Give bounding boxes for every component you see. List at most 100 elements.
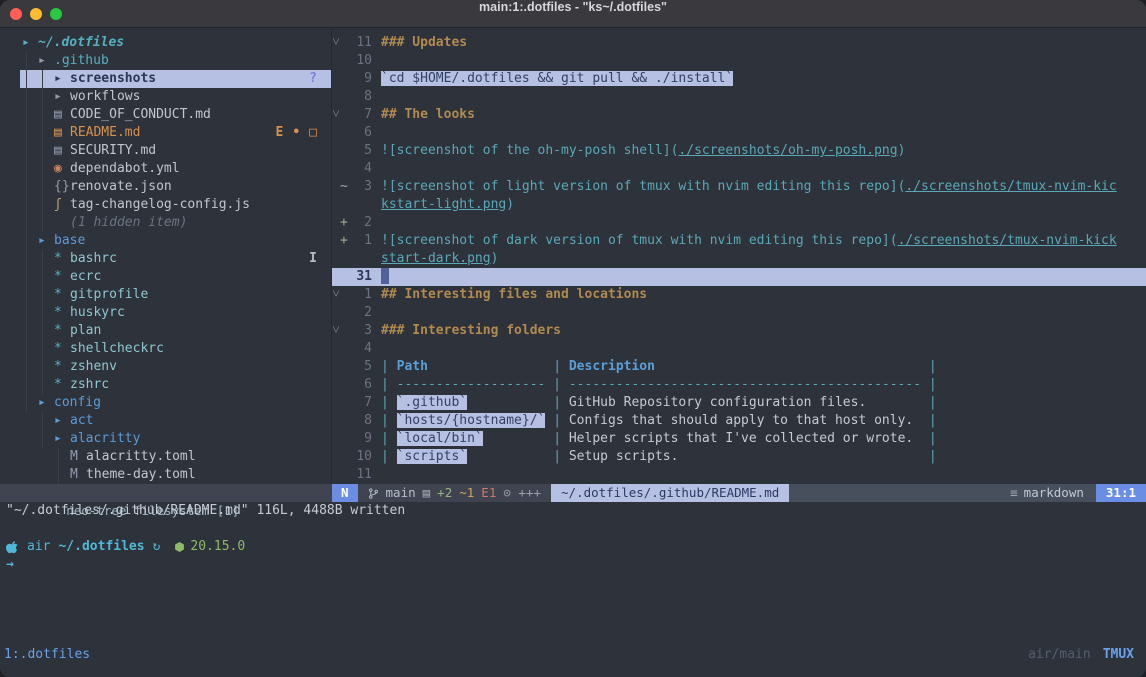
tree-item-readme-md[interactable]: ▤README.mdE•□ bbox=[20, 124, 331, 142]
editor-line[interactable]: 10 bbox=[332, 52, 1146, 70]
editor-line[interactable]: ˅ 11### Updates bbox=[332, 34, 1146, 52]
editor-line[interactable]: start-dark.png) bbox=[332, 250, 1146, 268]
fold-marker bbox=[332, 268, 340, 286]
git-sign: ~ bbox=[340, 178, 351, 196]
text-segment: ### Updates bbox=[381, 35, 467, 50]
fold-marker bbox=[332, 124, 340, 142]
tree-item-screenshots[interactable]: ▸screenshots? bbox=[20, 70, 331, 88]
neotree-statusline: neo-tree filesystem [1] bbox=[0, 484, 332, 502]
star-icon: * bbox=[54, 268, 70, 286]
editor-line[interactable]: ˅ 7## The looks bbox=[332, 106, 1146, 124]
tree-item-ecrc[interactable]: *ecrc bbox=[20, 268, 331, 286]
tree-item-huskyrc[interactable]: *huskyrc bbox=[20, 304, 331, 322]
editor-line[interactable]: ˅ 1## Interesting files and locations bbox=[332, 286, 1146, 304]
tree-item-tag-changelog-config-js[interactable]: ʃtag-changelog-config.js bbox=[20, 196, 331, 214]
tree-badge: ? bbox=[309, 70, 317, 88]
tree-item-alacritty[interactable]: ▸alacritty bbox=[20, 430, 331, 448]
git-sign bbox=[340, 412, 351, 430]
tree-item-alacritty-toml[interactable]: Malacritty.toml bbox=[20, 448, 331, 466]
git-added-count: +2 bbox=[437, 484, 452, 502]
editor-line[interactable]: ˅ 3### Interesting folders bbox=[332, 322, 1146, 340]
tree-item-base[interactable]: ▸base bbox=[20, 232, 331, 250]
tree-item-label: alacritty.toml bbox=[86, 448, 196, 466]
editor-line[interactable]: 7| `.github` | GitHub Repository configu… bbox=[332, 394, 1146, 412]
git-sign bbox=[340, 358, 351, 376]
git-sign bbox=[340, 250, 351, 268]
git-sign bbox=[340, 70, 351, 88]
tree-item-github[interactable]: ▸.github bbox=[20, 52, 331, 70]
editor-line[interactable]: 6 bbox=[332, 124, 1146, 142]
line-number: 7 bbox=[351, 394, 381, 412]
current-file-path: ~/.dotfiles/.github/README.md bbox=[551, 484, 789, 502]
tree-item-security-md[interactable]: ▤SECURITY.md bbox=[20, 142, 331, 160]
line-text: ## Interesting files and locations bbox=[381, 286, 1146, 304]
editor-line[interactable]: 8| `hosts/{hostname}/` | Configs that sh… bbox=[332, 412, 1146, 430]
text-segment: | bbox=[678, 449, 936, 464]
text-segment: kstart-light.png bbox=[381, 197, 506, 212]
editor-line[interactable]: +1![screenshot of dark version of tmux w… bbox=[332, 232, 1146, 250]
neotree-items: ▸~/.dotfiles▸.github▸screenshots?▸workfl… bbox=[0, 34, 331, 484]
fold-marker bbox=[332, 340, 340, 358]
text-segment: | bbox=[655, 359, 937, 374]
line-number: 2 bbox=[351, 214, 381, 232]
tree-item-act[interactable]: ▸act bbox=[20, 412, 331, 430]
markdown-icon: ≡ bbox=[1010, 484, 1018, 502]
editor-line[interactable]: 5| Path | Description | bbox=[332, 358, 1146, 376]
editor-line[interactable]: 5![screenshot of the oh-my-posh shell](.… bbox=[332, 142, 1146, 160]
tree-item-theme-day-toml[interactable]: Mtheme-day.toml bbox=[20, 466, 331, 484]
indent-guide bbox=[42, 250, 43, 394]
tree-item-code-of-conduct-md[interactable]: ▤CODE_OF_CONDUCT.md bbox=[20, 106, 331, 124]
editor-line[interactable]: kstart-light.png) bbox=[332, 196, 1146, 214]
editor-line[interactable]: 9| `local/bin` | Helper scripts that I'v… bbox=[332, 430, 1146, 448]
doc-icon: ▤ bbox=[54, 106, 70, 124]
text-segment: | bbox=[381, 395, 397, 410]
tree-item-plan[interactable]: *plan bbox=[20, 322, 331, 340]
fold-marker: ˅ bbox=[332, 34, 340, 52]
tree-item-gitprofile[interactable]: *gitprofile bbox=[20, 286, 331, 304]
line-number: 3 bbox=[351, 322, 381, 340]
git-sign bbox=[340, 376, 351, 394]
indent-guide bbox=[26, 52, 27, 412]
tree-item-dependabot-yml[interactable]: ◉dependabot.yml bbox=[20, 160, 331, 178]
tree-item-label: huskyrc bbox=[70, 304, 125, 322]
editor-line[interactable]: +2 bbox=[332, 214, 1146, 232]
editor-line[interactable]: 8 bbox=[332, 88, 1146, 106]
line-number: 7 bbox=[351, 106, 381, 124]
tree-item-dotfiles[interactable]: ▸~/.dotfiles bbox=[20, 34, 331, 52]
line-text bbox=[381, 160, 1146, 178]
tree-item-zshenv[interactable]: *zshenv bbox=[20, 358, 331, 376]
line-number: 11 bbox=[351, 34, 381, 52]
git-branch-name: main bbox=[386, 484, 416, 502]
text-segment: Description bbox=[569, 359, 655, 374]
text-segment: start-dark.png bbox=[381, 251, 491, 266]
toml-icon: M bbox=[70, 466, 86, 484]
editor-line[interactable]: ~3![screenshot of light version of tmux … bbox=[332, 178, 1146, 196]
tmux-window-name[interactable]: 1:.dotfiles bbox=[0, 646, 90, 664]
editor-line[interactable]: 4 bbox=[332, 160, 1146, 178]
git-sign bbox=[340, 142, 351, 160]
line-number: 6 bbox=[351, 124, 381, 142]
tree-item-1-hidden-item[interactable]: (1 hidden item) bbox=[20, 214, 331, 232]
tree-item-shellcheckrc[interactable]: *shellcheckrc bbox=[20, 340, 331, 358]
tree-item-workflows[interactable]: ▸workflows bbox=[20, 88, 331, 106]
editor-line[interactable]: 4 bbox=[332, 340, 1146, 358]
text-segment: | bbox=[483, 431, 569, 446]
tree-item-config[interactable]: ▸config bbox=[20, 394, 331, 412]
line-number: 5 bbox=[351, 358, 381, 376]
line-text bbox=[381, 88, 1146, 106]
tree-item-renovate-json[interactable]: {}renovate.json bbox=[20, 178, 331, 196]
editor-line[interactable]: 9`cd $HOME/.dotfiles && git pull && ./in… bbox=[332, 70, 1146, 88]
editor-line[interactable]: 6| ------------------- | ---------------… bbox=[332, 376, 1146, 394]
tree-item-bashrc[interactable]: *bashrcI bbox=[20, 250, 331, 268]
editor-line[interactable]: 2 bbox=[332, 304, 1146, 322]
line-text: ### Updates bbox=[381, 34, 1146, 52]
editor-line[interactable]: 10| `scripts` | Setup scripts. | bbox=[332, 448, 1146, 466]
editor-line[interactable]: 11 bbox=[332, 466, 1146, 484]
editor-line[interactable]: 31 bbox=[332, 268, 1146, 286]
line-number: 5 bbox=[351, 142, 381, 160]
prompt-input-line[interactable]: → bbox=[6, 556, 245, 574]
line-text: | `local/bin` | Helper scripts that I've… bbox=[381, 430, 1146, 448]
tree-item-zshrc[interactable]: *zshrc bbox=[20, 376, 331, 394]
line-number: 4 bbox=[351, 340, 381, 358]
git-sign bbox=[340, 286, 351, 304]
